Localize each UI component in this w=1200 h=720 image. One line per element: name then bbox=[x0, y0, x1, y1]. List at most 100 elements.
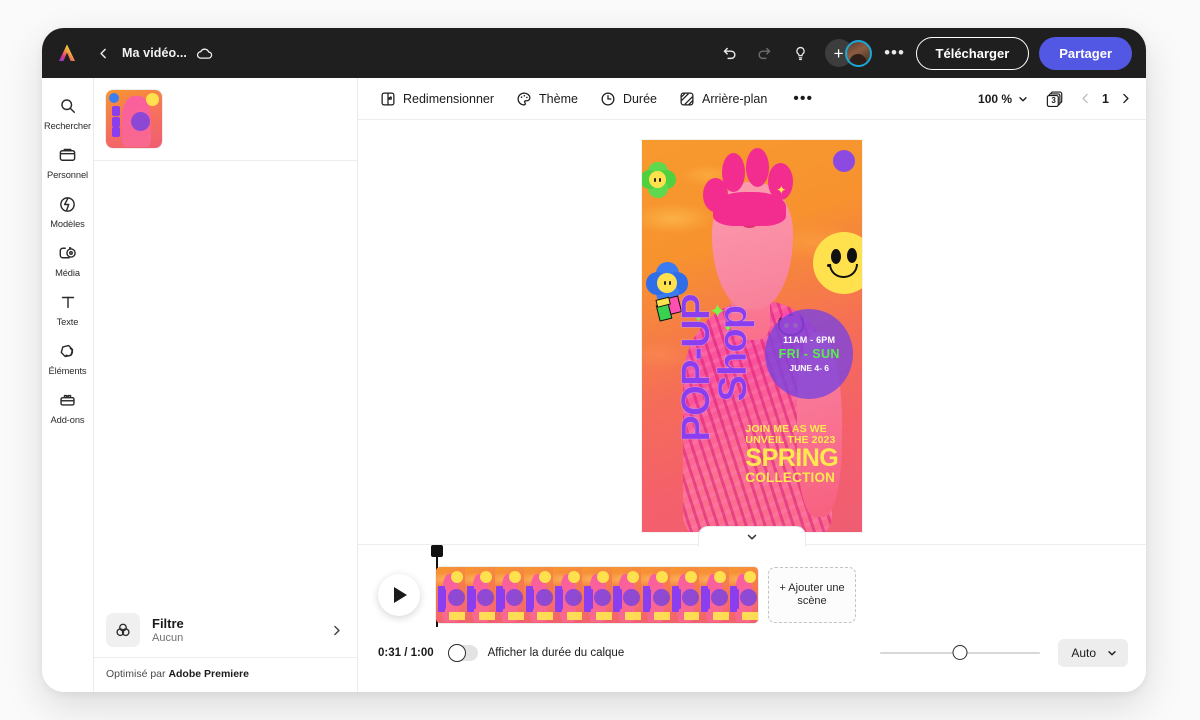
slider-knob[interactable] bbox=[952, 645, 968, 660]
toolbar-item-arriere-plan[interactable]: Arrière-plan bbox=[679, 91, 767, 107]
poster-headline[interactable]: POP-UP Shop bbox=[674, 212, 756, 442]
chevron-down-icon bbox=[1106, 647, 1118, 659]
back-button[interactable] bbox=[92, 42, 114, 64]
layer-duration-label: Afficher la durée du calque bbox=[487, 647, 625, 659]
filmstrip-wrapper bbox=[431, 545, 758, 627]
templates-icon bbox=[58, 193, 77, 215]
chevron-down-icon bbox=[1017, 93, 1029, 105]
promo-line-4: COLLECTION bbox=[745, 469, 836, 485]
play-icon bbox=[394, 587, 407, 603]
adobe-express-logo[interactable] bbox=[52, 38, 82, 68]
filmstrip-frame[interactable] bbox=[611, 567, 641, 623]
panel-body bbox=[94, 161, 357, 603]
filmstrip-frame[interactable] bbox=[640, 567, 671, 623]
text-icon bbox=[59, 291, 77, 313]
timeline-panel: + Ajouter une scène 0:31 / 1:00 Afficher… bbox=[358, 526, 1146, 692]
time-readout: 0:31 / 1:00 bbox=[378, 647, 434, 659]
headline-line-2: Shop bbox=[711, 305, 756, 403]
sidebar-item-label: Éléments bbox=[48, 366, 87, 376]
headline-line-1: POP-UP bbox=[674, 294, 719, 442]
body-row: Rechercher Personnel Modèles Média Texte… bbox=[42, 78, 1146, 692]
sidebar-item-label: Add-ons bbox=[50, 415, 85, 425]
sidebar-item-elements[interactable]: Éléments bbox=[42, 333, 94, 382]
filmstrip-frame[interactable] bbox=[728, 567, 758, 623]
sidebar-item-label: Modèles bbox=[50, 219, 85, 229]
left-panel: Filtre Aucun Optimisé par Adobe Premiere bbox=[94, 78, 358, 692]
toggle-knob bbox=[447, 644, 466, 662]
prev-page-button[interactable] bbox=[1079, 92, 1092, 105]
scene-list bbox=[94, 78, 357, 161]
sparkle-icon: ✦ bbox=[776, 183, 787, 198]
sidebar-item-modeles[interactable]: Modèles bbox=[42, 186, 94, 235]
collaborators: + bbox=[824, 39, 872, 67]
chevron-right-icon[interactable] bbox=[330, 624, 343, 637]
panel-footer-prefix: Optimisé par bbox=[106, 668, 169, 680]
filmstrip-frame[interactable] bbox=[553, 567, 583, 623]
avatar[interactable] bbox=[844, 39, 872, 67]
sidebar-item-rechercher[interactable]: Rechercher bbox=[42, 88, 94, 137]
scene-thumbnail[interactable] bbox=[106, 90, 162, 148]
undo-icon[interactable] bbox=[714, 38, 744, 68]
filmstrip-frame[interactable] bbox=[699, 567, 729, 623]
event-badge[interactable]: 11AM - 6PM FRI - SUN JUNE 4- 6 bbox=[765, 308, 854, 399]
top-bar: Ma vidéo... + ••• Télécharger Partager bbox=[42, 28, 1146, 78]
filter-text: Filtre Aucun bbox=[152, 616, 318, 644]
toolbar-item-theme[interactable]: Thème bbox=[516, 91, 578, 107]
toolbar-item-label: Thème bbox=[539, 91, 578, 106]
addons-icon bbox=[58, 389, 77, 411]
resize-icon bbox=[380, 91, 396, 107]
pages-icon[interactable]: 3 bbox=[1045, 89, 1065, 109]
play-button[interactable] bbox=[378, 574, 420, 616]
add-scene-button[interactable]: + Ajouter une scène bbox=[768, 567, 856, 623]
toolbar-item-duree[interactable]: Durée bbox=[600, 91, 657, 107]
filmstrip-frame[interactable] bbox=[436, 567, 466, 623]
sidebar-item-texte[interactable]: Texte bbox=[42, 284, 94, 333]
sidebar-item-personnel[interactable]: Personnel bbox=[42, 137, 94, 186]
badge-time: 11AM - 6PM bbox=[783, 334, 836, 345]
folder-icon bbox=[58, 144, 77, 166]
clock-icon bbox=[600, 91, 616, 107]
panel-footer: Optimisé par Adobe Premiere bbox=[94, 658, 357, 692]
sidebar-item-label: Texte bbox=[56, 317, 79, 327]
background-icon bbox=[679, 91, 695, 107]
sidebar-item-label: Rechercher bbox=[43, 121, 92, 131]
elements-icon bbox=[58, 340, 77, 362]
badge-days: FRI - SUN bbox=[778, 346, 840, 361]
toolbar-item-redimensionner[interactable]: Redimensionner bbox=[380, 91, 494, 107]
context-toolbar: Redimensionner Thème Durée Arrière-plan … bbox=[358, 78, 1146, 120]
canvas-area[interactable]: ✦ ✦ ✦ ✦ POP-UP Shop 11AM - 6PM FRI - SUN… bbox=[358, 120, 1146, 544]
sidebar-item-media[interactable]: Média bbox=[42, 235, 94, 284]
promo-line-3: SPRING bbox=[745, 444, 839, 473]
pages-count: 3 bbox=[1051, 95, 1056, 105]
zoom-control[interactable]: 100 % bbox=[978, 92, 1029, 106]
next-page-button[interactable] bbox=[1119, 92, 1132, 105]
main-area: Redimensionner Thème Durée Arrière-plan … bbox=[358, 78, 1146, 692]
filmstrip[interactable] bbox=[436, 567, 758, 623]
filmstrip-frame[interactable] bbox=[670, 567, 700, 623]
filter-row[interactable]: Filtre Aucun bbox=[94, 603, 357, 658]
poster-canvas[interactable]: ✦ ✦ ✦ ✦ POP-UP Shop 11AM - 6PM FRI - SUN… bbox=[642, 140, 862, 532]
filter-title: Filtre bbox=[152, 616, 184, 631]
toolbar-item-label: Arrière-plan bbox=[701, 91, 768, 106]
filmstrip-frame[interactable] bbox=[582, 567, 612, 623]
filmstrip-frame[interactable] bbox=[465, 567, 495, 623]
share-button[interactable]: Partager bbox=[1039, 36, 1132, 70]
lightbulb-icon[interactable] bbox=[786, 38, 816, 68]
document-title[interactable]: Ma vidéo... bbox=[122, 46, 187, 60]
filmstrip-frame[interactable] bbox=[494, 567, 524, 623]
more-options-icon[interactable]: ••• bbox=[882, 40, 908, 66]
palette-icon bbox=[516, 91, 532, 107]
download-button[interactable]: Télécharger bbox=[915, 36, 1030, 70]
toolbar-more-icon[interactable]: ••• bbox=[793, 90, 813, 108]
timeline-controls: 0:31 / 1:00 Afficher la durée du calque … bbox=[358, 623, 1146, 667]
redo-icon[interactable] bbox=[750, 38, 780, 68]
layer-duration-toggle[interactable] bbox=[447, 644, 478, 662]
filmstrip-frame[interactable] bbox=[523, 567, 554, 623]
timeline-collapse-button[interactable] bbox=[698, 526, 806, 547]
toolbar-item-label: Durée bbox=[622, 91, 657, 106]
filter-value: Aucun bbox=[152, 632, 184, 644]
auto-fit-dropdown[interactable]: Auto bbox=[1058, 639, 1128, 667]
sidebar-item-addons[interactable]: Add-ons bbox=[42, 382, 94, 431]
timeline-zoom-slider[interactable] bbox=[880, 645, 1041, 661]
promo-text[interactable]: JOIN ME AS WE UNVEIL THE 2023 SPRING COL… bbox=[745, 424, 855, 485]
